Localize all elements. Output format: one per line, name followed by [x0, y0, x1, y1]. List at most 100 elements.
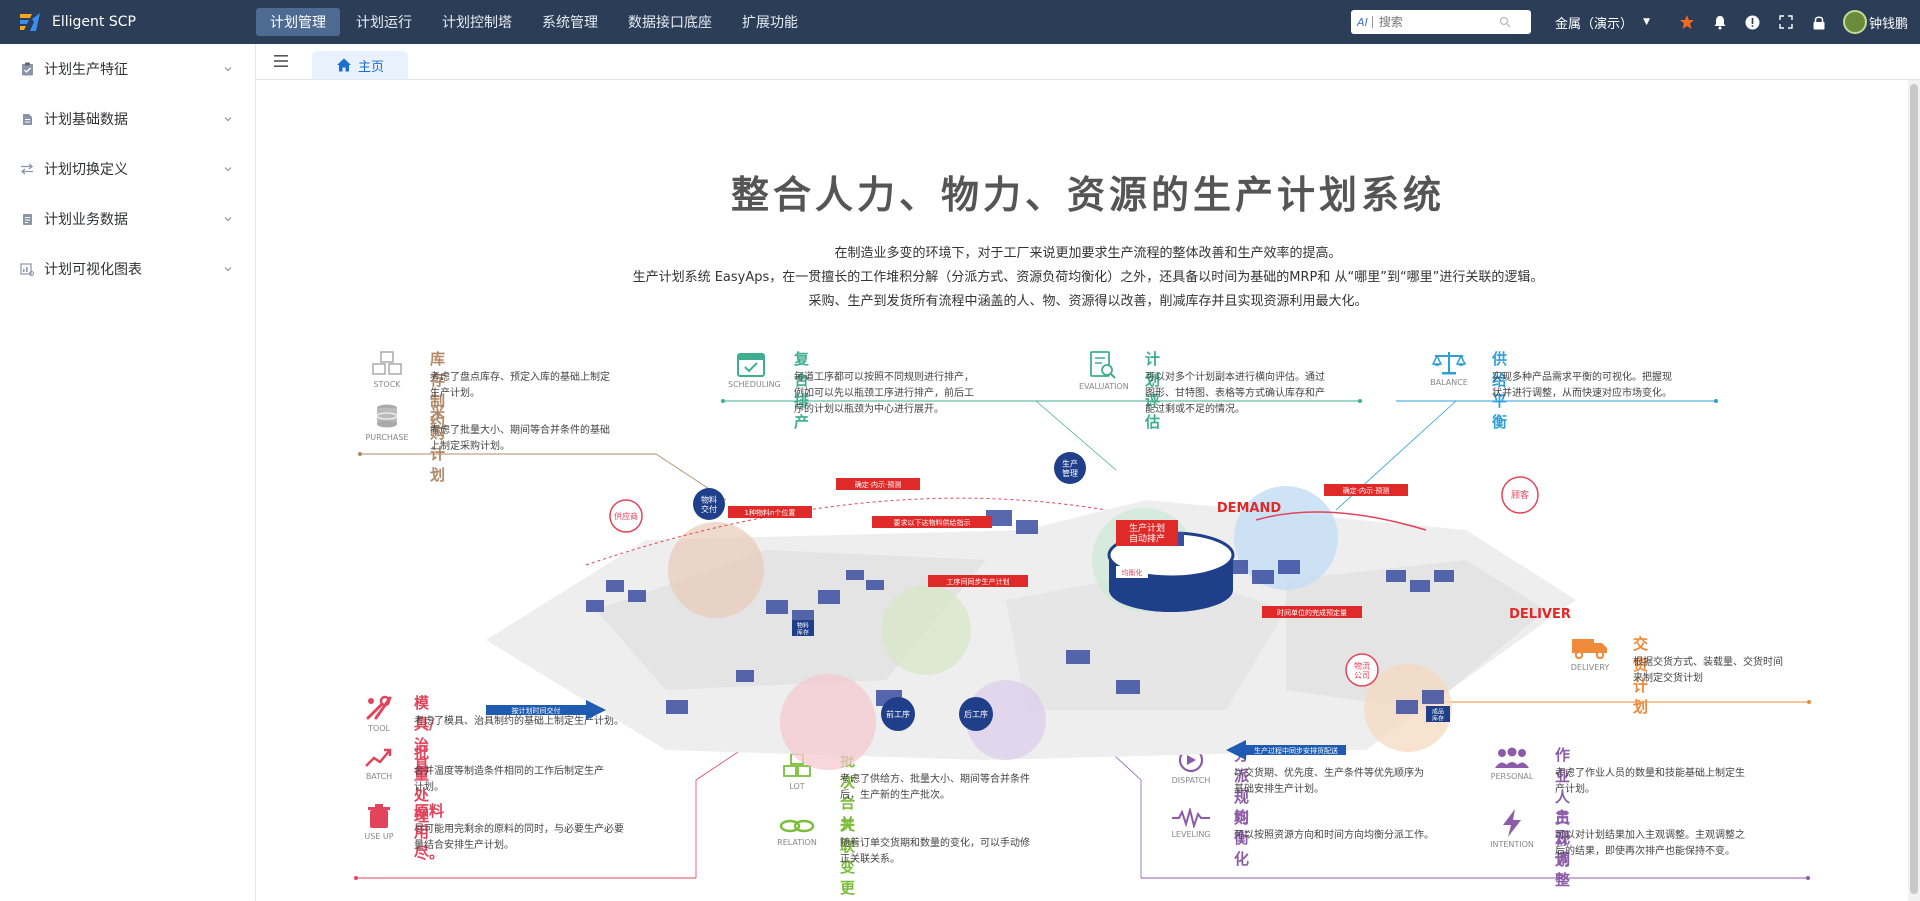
label-demand: DEMAND — [1217, 501, 1282, 516]
clipboard-icon — [20, 62, 34, 76]
feature-code: EVALUATION — [1079, 382, 1129, 391]
ai-label: AI — [1357, 15, 1368, 29]
feature-desc: 例如可以先以瓶颈工序进行排产，前后工 — [794, 388, 974, 399]
label-balance-hub: 均衡化 — [1122, 568, 1143, 577]
search-icon[interactable] — [1499, 16, 1511, 28]
avatar — [1842, 10, 1867, 34]
tab-label: 主页 — [358, 59, 385, 75]
app-name: Elligent SCP — [52, 14, 136, 30]
chevron-down-icon — [224, 267, 232, 272]
feature-desc: 考虑了盘点库存、预定入库的基础上制定 — [430, 372, 610, 383]
lightning-icon — [1503, 809, 1521, 837]
search-box[interactable]: AI — [1351, 10, 1532, 34]
feature-desc: 能过剩或不足的情况。 — [1145, 404, 1245, 415]
bin-icon — [368, 804, 390, 828]
bell-icon[interactable] — [1711, 13, 1729, 31]
feature-desc: 考虑了批量大小、期间等合并条件的基础 — [430, 425, 610, 436]
company-label: 金属（演示） — [1555, 16, 1634, 32]
label-pre-process: 前工序 — [886, 709, 910, 719]
feature-desc: 可以对多个计划副本进行横向评估。通过 — [1145, 372, 1325, 383]
swap-icon — [20, 162, 34, 176]
label-supplier: 供应商 — [614, 511, 638, 521]
lock-icon[interactable] — [1810, 13, 1828, 31]
feature-code: USE UP — [364, 832, 394, 841]
feature-code: BATCH — [365, 772, 393, 781]
feature-code: SCHEDULING — [728, 380, 781, 389]
stock-icon — [372, 351, 402, 375]
sidebar-item-visual-charts[interactable]: 计划可视化图表 — [0, 244, 255, 294]
tag-confirm: 确定·内示·预测 — [855, 480, 901, 489]
nav-plan-run[interactable]: 计划运行 — [342, 8, 426, 36]
feature-desc: 图形、甘特图、表格等方式确认库存和产 — [1145, 388, 1325, 399]
chevron-down-icon — [224, 117, 232, 122]
home-content: 整合人力、物力、资源的生产计划系统 在制造业多变的环境下，对于工厂来说更加要求生… — [256, 80, 1920, 901]
label-logistics: 物流公司 — [1354, 661, 1370, 680]
wrench-icon — [366, 695, 392, 720]
feature-desc: 来制定交货计划 — [1633, 673, 1703, 684]
arrow-left-label: 按计划时间交付 — [512, 706, 561, 715]
feature-code: INTENTION — [1490, 840, 1534, 849]
tabs-bar: 主页 — [256, 44, 1920, 80]
sidebar-item-basic-data[interactable]: 计划基础数据 — [0, 94, 255, 144]
logo-icon — [20, 13, 40, 31]
label-customer: 顾客 — [1511, 489, 1529, 501]
factory-illustration: 供应商 物料交付 生产管理 顾客 物流公司 前工序 后工序 物料库存 成品库存 … — [486, 452, 1576, 770]
caret-down-icon: ▼ — [1643, 17, 1650, 27]
home-icon — [337, 58, 351, 72]
sidebar-item-label: 计划切换定义 — [44, 162, 128, 178]
chevron-down-icon — [224, 67, 232, 72]
coins-icon — [376, 404, 398, 428]
nav-data-interface[interactable]: 数据接口底座 — [614, 8, 726, 36]
search-input[interactable] — [1378, 15, 1499, 29]
nav-extensions[interactable]: 扩展功能 — [728, 8, 812, 36]
wave-icon — [1172, 808, 1210, 828]
nav-system-management[interactable]: 系统管理 — [528, 8, 612, 36]
feature-desc: 尽可能用完剩余的原料的同时，与必要生产必要 — [414, 824, 624, 835]
calendar-check-icon — [737, 353, 765, 377]
fullscreen-icon[interactable] — [1777, 13, 1795, 31]
scrollbar-thumb[interactable] — [1910, 84, 1918, 894]
label-finished-inventory: 成品库存 — [1432, 708, 1444, 723]
feature-code: BALANCE — [1430, 378, 1468, 387]
user-name: 钟钱鹏 — [1868, 16, 1908, 32]
tag-request: 要求以下达物料供给指示 — [894, 518, 971, 527]
feature-desc: 后的结果，即使再次排产也能保持不变。 — [1555, 846, 1735, 857]
tab-home[interactable]: 主页 — [312, 51, 409, 79]
feature-desc: 状并进行调整，从而快速对应市场变化。 — [1492, 388, 1672, 399]
chart-icon — [20, 262, 34, 276]
top-right-tools: AI 金属（演示） ▼ 钟钱鹏 — [1351, 10, 1920, 34]
feature-code: RELATION — [777, 838, 817, 847]
feature-desc: 实现多种产品需求平衡的可视化。把握现 — [1492, 372, 1672, 383]
tag-sync: 工序间同步生产计划 — [947, 577, 1010, 586]
feature-desc: 随着订单交货期和数量的变化，可以手动修 — [840, 838, 1030, 849]
label-production-mgmt: 生产管理 — [1062, 459, 1078, 478]
chevron-down-icon — [224, 217, 232, 222]
feature-desc: 后，生产新的生产批次。 — [840, 790, 950, 801]
tag-confirm-2: 确定·内示·预测 — [1343, 486, 1389, 495]
label-deliver: DELIVER — [1509, 607, 1571, 622]
sidebar-item-switch-definition[interactable]: 计划切换定义 — [0, 144, 255, 194]
nav-plan-management[interactable]: 计划管理 — [256, 8, 340, 36]
feature-desc: 每道工序都可以按照不同规则进行排产， — [794, 372, 974, 383]
feature-code: LEVELING — [1171, 830, 1211, 839]
label-post-process: 后工序 — [964, 709, 988, 719]
balance-scale-icon — [1431, 352, 1467, 375]
sidebar-item-business-data[interactable]: 计划业务数据 — [0, 194, 255, 244]
tag-time-unit: 时间单位的完成预定量 — [1277, 608, 1347, 617]
company-selector[interactable]: 金属（演示） ▼ — [1555, 13, 1650, 32]
tag-timing: 1种物料n个位置 — [745, 508, 796, 517]
label-material-inventory: 物料库存 — [797, 622, 809, 637]
document-icon — [20, 212, 34, 226]
feature-desc: 根据交货方式、装载量、交货时间 — [1633, 657, 1783, 668]
star-icon[interactable] — [1678, 13, 1696, 31]
nav-control-tower[interactable]: 计划控制塔 — [428, 8, 526, 36]
sidebar-item-label: 计划可视化图表 — [44, 262, 142, 278]
app-logo[interactable]: Elligent SCP — [0, 11, 256, 33]
info-icon[interactable] — [1744, 13, 1762, 31]
search-separator — [1371, 16, 1373, 28]
arrow-bottom-label: 生产过程中同步安排货配送 — [1254, 746, 1338, 755]
menu-toggle-icon[interactable] — [256, 43, 306, 79]
link-icon — [779, 819, 815, 833]
user-menu[interactable]: 钟钱鹏 — [1842, 10, 1908, 34]
sidebar-item-production-features[interactable]: 计划生产特征 — [0, 44, 255, 94]
